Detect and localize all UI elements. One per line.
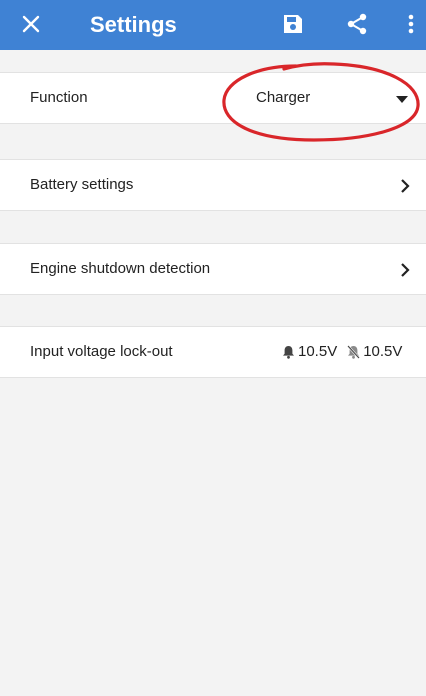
lockout-off-value: 10.5V xyxy=(363,343,403,360)
more-vert-icon[interactable] xyxy=(404,12,418,36)
function-row: Function Charger xyxy=(0,72,426,124)
input-voltage-lockout-row[interactable]: Input voltage lock-out 10.5V 10.5V xyxy=(0,326,426,378)
close-icon[interactable] xyxy=(20,13,42,35)
function-value: Charger xyxy=(256,89,311,106)
function-label: Function xyxy=(30,89,88,106)
save-icon[interactable] xyxy=(281,12,305,36)
page-title: Settings xyxy=(90,12,177,37)
chevron-right-icon xyxy=(401,263,410,277)
dropdown-arrow-icon xyxy=(396,96,408,103)
chevron-right-icon xyxy=(401,179,410,193)
lockout-on-value: 10.5V xyxy=(298,343,338,360)
battery-settings-label: Battery settings xyxy=(30,176,134,193)
share-icon[interactable] xyxy=(345,12,369,36)
battery-settings-row[interactable]: Battery settings xyxy=(0,159,426,211)
engine-shutdown-label: Engine shutdown detection xyxy=(30,260,211,277)
bell-off-icon xyxy=(347,344,361,359)
input-voltage-lockout-label: Input voltage lock-out xyxy=(30,343,173,360)
bell-icon xyxy=(283,345,294,359)
engine-shutdown-row[interactable]: Engine shutdown detection xyxy=(0,243,426,295)
app-toolbar: Settings xyxy=(0,0,426,50)
settings-screen: Settings Function Charger Battery settin… xyxy=(0,0,426,696)
lockout-values: 10.5V 10.5V xyxy=(282,343,402,360)
function-dropdown[interactable]: Charger xyxy=(240,73,420,125)
